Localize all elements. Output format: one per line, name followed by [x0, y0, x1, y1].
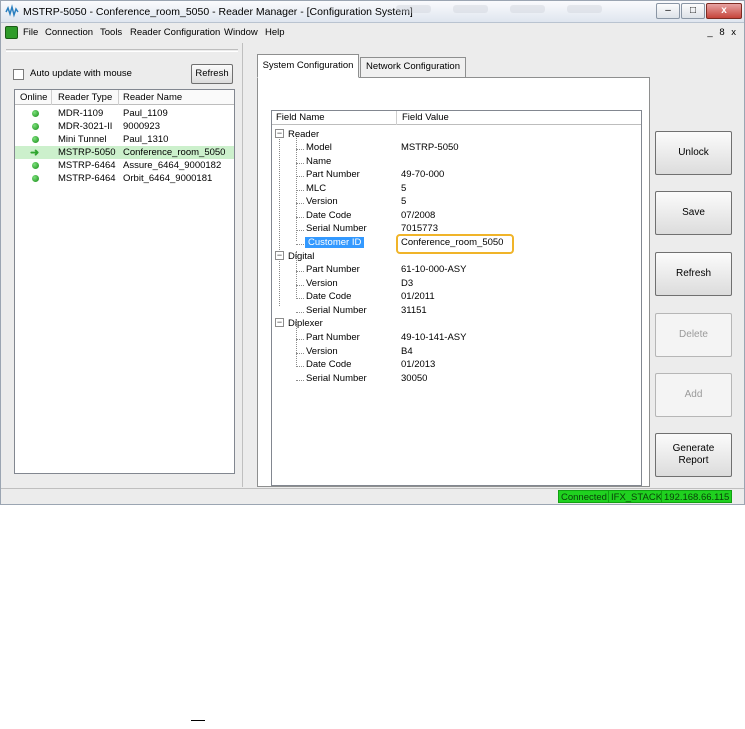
maximize-button[interactable]: □: [681, 3, 705, 19]
delete-button[interactable]: Delete: [655, 313, 732, 357]
reader-row[interactable]: Mini Tunnel Paul_1310: [15, 133, 234, 146]
stray-mark: [191, 720, 205, 721]
connection-status: Connected: [558, 490, 610, 503]
reader-name: Paul_1109: [123, 108, 168, 119]
reader-type: MSTRP-6464: [58, 160, 116, 171]
configuration-tree: Field Name Field Value − Reader Model MS…: [271, 110, 642, 486]
generate-report-line2: Report: [678, 455, 709, 466]
auto-update-label: Auto update with mouse: [30, 68, 132, 79]
app-menu-icon[interactable]: [5, 26, 18, 39]
column-field-name[interactable]: Field Name: [276, 112, 325, 123]
column-reader-type[interactable]: Reader Type: [58, 92, 112, 103]
tab-network-configuration[interactable]: Network Configuration: [360, 57, 466, 77]
online-status-icon: [32, 136, 39, 143]
window-title: MSTRP-5050 - Conference_room_5050 - Read…: [23, 6, 413, 18]
save-button[interactable]: Save: [655, 191, 732, 235]
ip-address-status: 192.168.66.115: [661, 490, 733, 503]
online-status-icon: [32, 162, 39, 169]
reader-type: MDR-1109: [58, 108, 104, 119]
refresh-button[interactable]: Refresh: [655, 252, 732, 296]
stack-status: IFX_STACK: [608, 490, 666, 503]
generate-report-line1: Generate: [672, 443, 715, 454]
menu-tools[interactable]: Tools: [100, 27, 122, 38]
menu-window[interactable]: Window: [224, 27, 258, 38]
column-field-value[interactable]: Field Value: [402, 112, 449, 123]
mdi-window-controls[interactable]: _ 8 x: [707, 27, 738, 38]
collapse-icon[interactable]: −: [275, 318, 284, 327]
app-wave-icon: [5, 4, 19, 18]
tree-header: Field Name Field Value: [272, 111, 641, 125]
reader-list-header: Online Reader Type Reader Name: [15, 90, 234, 105]
reader-name: Orbit_6464_9000181: [123, 173, 213, 184]
blurred-background-tabs: [396, 5, 651, 19]
collapse-icon[interactable]: −: [275, 251, 284, 260]
add-button[interactable]: Add: [655, 373, 732, 417]
online-status-icon: [32, 110, 39, 117]
reader-row-selected[interactable]: ➜ MSTRP-5050 Conference_room_5050: [15, 146, 234, 159]
reader-row[interactable]: MSTRP-6464 Assure_6464_9000182: [15, 159, 234, 172]
reader-name: 9000923: [123, 121, 160, 132]
title-bar: MSTRP-5050 - Conference_room_5050 - Read…: [1, 1, 744, 23]
online-status-icon: [32, 175, 39, 182]
system-configuration-tab-body: Field Name Field Value − Reader Model MS…: [257, 77, 650, 487]
reader-list-refresh-button[interactable]: Refresh: [191, 64, 233, 84]
panel-splitter[interactable]: [6, 49, 238, 52]
menu-file[interactable]: File: [23, 27, 38, 38]
menu-connection[interactable]: Connection: [45, 27, 93, 38]
reader-name: Paul_1310: [123, 134, 169, 145]
reader-type: MSTRP-5050: [58, 147, 116, 158]
menu-help[interactable]: Help: [265, 27, 285, 38]
reader-manager-window: MSTRP-5050 - Conference_room_5050 - Read…: [0, 0, 745, 505]
reader-type: Mini Tunnel: [58, 134, 107, 145]
reader-list-panel: Auto update with mouse Refresh Online Re…: [3, 43, 243, 487]
reader-name: Assure_6464_9000182: [123, 160, 222, 171]
auto-update-checkbox[interactable]: [13, 69, 24, 80]
tab-system-configuration[interactable]: System Configuration: [257, 54, 359, 78]
column-online[interactable]: Online: [20, 92, 47, 103]
collapse-icon[interactable]: −: [275, 129, 284, 138]
menu-bar: File Connection Tools Reader Configurati…: [1, 24, 744, 42]
menu-reader-configuration[interactable]: Reader Configuration: [130, 27, 220, 38]
unlock-button[interactable]: Unlock: [655, 131, 732, 175]
reader-name: Conference_room_5050: [123, 147, 226, 158]
online-status-icon: [32, 123, 39, 130]
reader-row[interactable]: MDR-3021-II 9000923: [15, 120, 234, 133]
reader-type: MSTRP-6464: [58, 173, 116, 184]
minimize-button[interactable]: –: [656, 3, 680, 19]
column-reader-name[interactable]: Reader Name: [123, 92, 182, 103]
reader-row[interactable]: MSTRP-6464 Orbit_6464_9000181: [15, 172, 234, 185]
reader-row[interactable]: MDR-1109 Paul_1109: [15, 107, 234, 120]
current-reader-arrow-icon: ➜: [30, 147, 40, 159]
close-button[interactable]: x: [706, 3, 742, 19]
configuration-panel: System Configuration Network Configurati…: [245, 43, 742, 487]
reader-list: Online Reader Type Reader Name MDR-1109 …: [14, 89, 235, 474]
generate-report-button[interactable]: Generate Report: [655, 433, 732, 477]
reader-type: MDR-3021-II: [58, 121, 113, 132]
status-bar: Connected IFX_STACK 192.168.66.115: [1, 488, 744, 504]
customer-id-highlight: [396, 234, 514, 254]
